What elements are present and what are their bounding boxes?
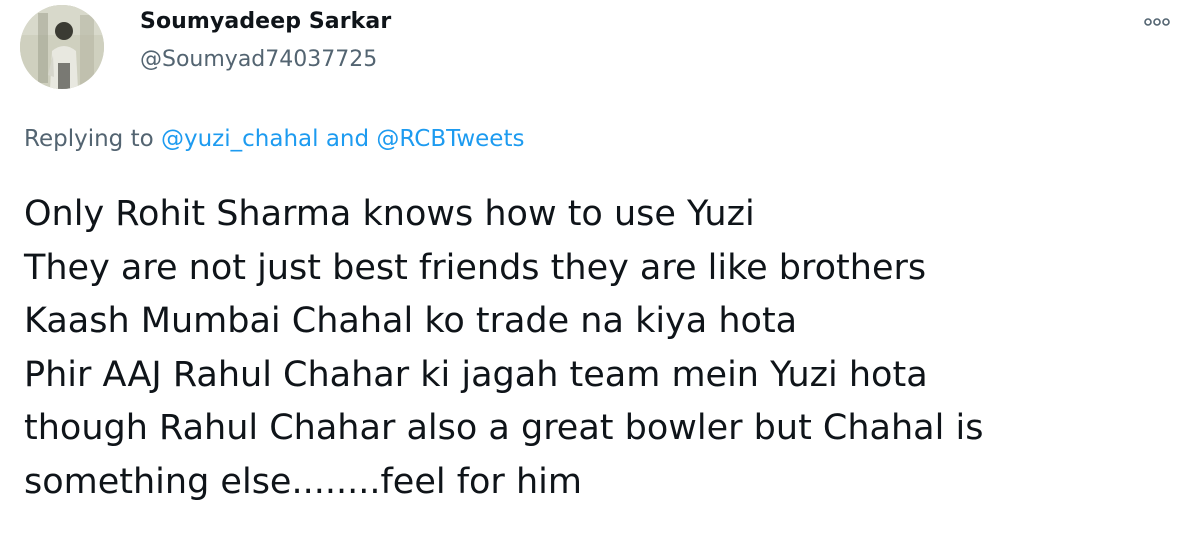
tweet-text-line: Phir AAJ Rahul Chahar ki jagah team mein… bbox=[24, 354, 928, 395]
tweet-text: Only Rohit Sharma knows how to use Yuzi … bbox=[24, 188, 1184, 509]
more-options-icon[interactable] bbox=[1142, 12, 1172, 32]
avatar-photo bbox=[20, 5, 104, 89]
reply-context: Replying to @yuzi_chahal and @RCBTweets bbox=[24, 126, 524, 152]
tweet-text-line: Only Rohit Sharma knows how to use Yuzi bbox=[24, 194, 755, 234]
author-name[interactable]: Soumyadeep Sarkar bbox=[140, 9, 391, 34]
tweet-text-line: though Rahul Chahar also a great bowler … bbox=[24, 408, 984, 448]
author-handle[interactable]: @Soumyad74037725 bbox=[140, 47, 377, 72]
tweet: Soumyadeep Sarkar @Soumyad74037725 Reply… bbox=[0, 0, 1200, 551]
tweet-text-line: They are not just best friends they are … bbox=[24, 247, 927, 288]
reply-prefix: Replying to bbox=[24, 126, 161, 152]
mention-yuzi-chahal[interactable]: @yuzi_chahal bbox=[161, 126, 319, 152]
mention-rcbtweets[interactable]: @RCBTweets bbox=[376, 126, 524, 152]
tweet-text-line: Kaash Mumbai Chahal ko trade na kiya hot… bbox=[24, 301, 798, 341]
tweet-text-line: something else........feel for him bbox=[24, 461, 582, 502]
reply-conjunction: and bbox=[318, 126, 377, 152]
avatar[interactable] bbox=[20, 5, 104, 89]
